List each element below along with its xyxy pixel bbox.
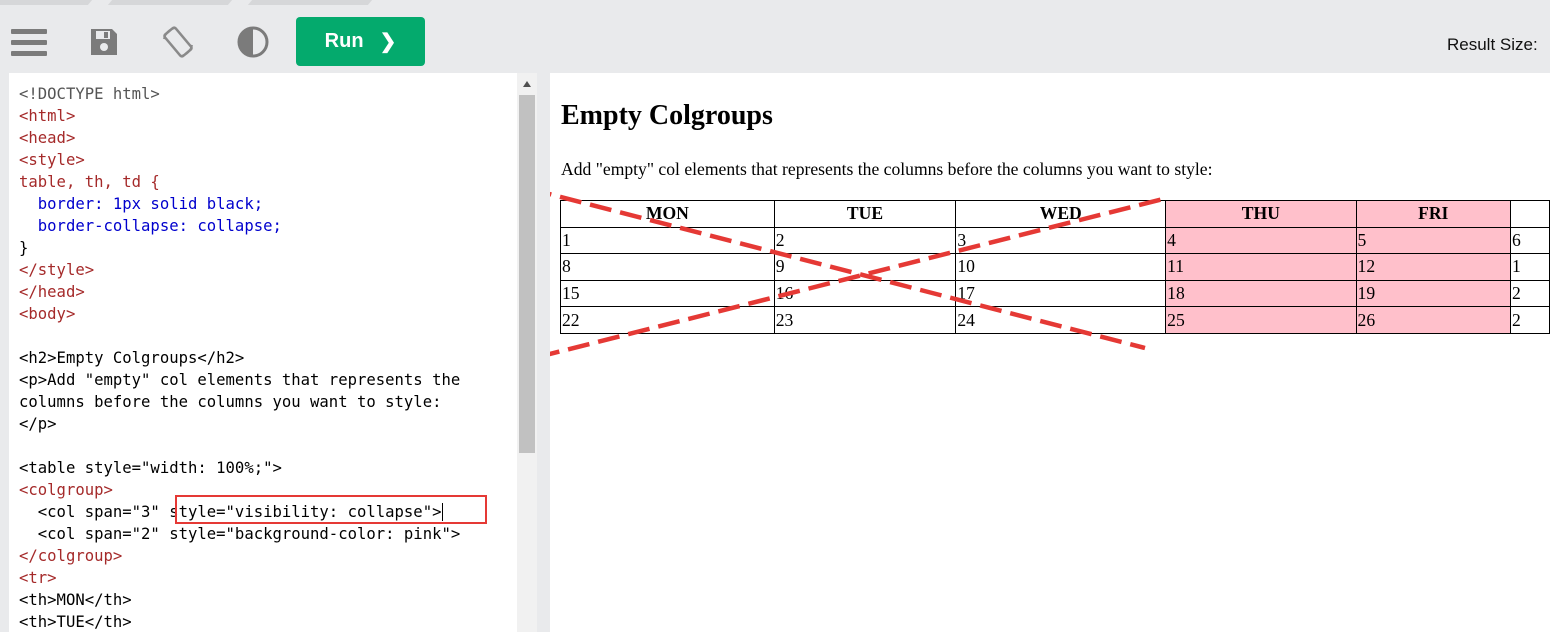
run-button[interactable]: Run ❯ bbox=[296, 17, 425, 66]
result-heading: Empty Colgroups bbox=[561, 100, 773, 131]
table-cell: 25 bbox=[1165, 306, 1357, 334]
contrast-half-circle-icon[interactable] bbox=[233, 24, 273, 60]
code-line: </style> bbox=[19, 261, 95, 279]
code-line: </p> bbox=[19, 415, 57, 433]
tab-hint bbox=[107, 0, 233, 5]
code-line: table, th, td { bbox=[19, 173, 160, 191]
tab-hint bbox=[247, 0, 373, 5]
chevron-right-icon: ❯ bbox=[379, 31, 397, 53]
table-cell: 2 bbox=[773, 226, 957, 255]
code-line: border-collapse: collapse; bbox=[19, 217, 282, 235]
table-cell: 23 bbox=[773, 306, 957, 334]
table-cell: 8 bbox=[560, 253, 775, 281]
result-size-label: Result Size: bbox=[1447, 35, 1538, 54]
tab-hint bbox=[0, 0, 93, 5]
table-cell: 22 bbox=[560, 306, 775, 334]
code-line: <html> bbox=[19, 107, 76, 125]
table-row: 8 9 10 11 12 1 bbox=[560, 253, 1550, 281]
table-cell: 26 bbox=[1355, 306, 1511, 334]
table-cell: 10 bbox=[955, 253, 1167, 281]
highlight-annotation-box bbox=[175, 495, 487, 524]
code-line: <th>TUE</th> bbox=[19, 613, 132, 631]
table-header-row: MON TUE WED THU FRI bbox=[560, 200, 1550, 228]
table-cell: 2 bbox=[1509, 279, 1550, 308]
toolbar: Run ❯ Result Size: bbox=[0, 12, 1550, 72]
code-line: </head> bbox=[19, 283, 85, 301]
scroll-up-arrow-icon[interactable] bbox=[517, 77, 537, 91]
code-line: <head> bbox=[19, 129, 76, 147]
code-line: <table style="width: 100%;"> bbox=[19, 459, 282, 477]
result-paragraph: Add "empty" col elements that represents… bbox=[561, 159, 1213, 179]
table-header-cell: TUE bbox=[773, 200, 957, 228]
table-header-cell: FRI bbox=[1355, 200, 1511, 228]
result-panel: Empty Colgroups Add "empty" col elements… bbox=[550, 73, 1550, 632]
code-line: <p>Add "empty" col elements that represe… bbox=[19, 371, 461, 389]
code-line: <col span="2" style="background-color: p… bbox=[19, 525, 461, 543]
table-header-cell: WED bbox=[955, 200, 1167, 228]
table-cell: 5 bbox=[1355, 226, 1511, 255]
table-row: 22 23 24 25 26 2 bbox=[560, 306, 1550, 334]
table-cell: 9 bbox=[773, 253, 957, 281]
editor-scrollbar[interactable] bbox=[517, 73, 537, 632]
code-line: <tr> bbox=[19, 569, 57, 587]
code-line: <!DOCTYPE html> bbox=[19, 85, 160, 103]
table-cell: 19 bbox=[1355, 279, 1511, 308]
table-header-cell bbox=[1509, 200, 1550, 228]
table-row: 15 16 17 18 19 2 bbox=[560, 279, 1550, 308]
hamburger-menu-icon[interactable] bbox=[9, 24, 49, 60]
table-header-cell: THU bbox=[1165, 200, 1357, 228]
table-cell: 4 bbox=[1165, 226, 1357, 255]
table-header-cell: MON bbox=[560, 200, 775, 228]
table-cell: 3 bbox=[955, 226, 1167, 255]
code-line: } bbox=[19, 239, 29, 257]
panel-resize-divider[interactable] bbox=[537, 73, 550, 632]
code-line: <th>MON</th> bbox=[19, 591, 132, 609]
floppy-disk-icon[interactable] bbox=[84, 24, 124, 60]
table-cell: 16 bbox=[773, 279, 957, 308]
code-line: columns before the columns you want to s… bbox=[19, 393, 442, 411]
table-cell: 17 bbox=[955, 279, 1167, 308]
code-editor[interactable]: <!DOCTYPE html> <html> <head> <style> table,… bbox=[9, 73, 517, 632]
table-cell: 2 bbox=[1509, 306, 1550, 334]
code-content[interactable]: <!DOCTYPE html> <html> <head> <style> table,… bbox=[9, 73, 517, 632]
rotate-device-icon[interactable] bbox=[158, 24, 198, 60]
table-cell: 1 bbox=[560, 226, 775, 255]
table-cell: 1 bbox=[1509, 253, 1550, 281]
table-row: 1 2 3 4 5 6 bbox=[560, 226, 1550, 255]
code-line: border: 1px solid black; bbox=[19, 195, 264, 213]
code-line: <body> bbox=[19, 305, 76, 323]
table-cell: 15 bbox=[560, 279, 775, 308]
scrollbar-thumb[interactable] bbox=[519, 95, 535, 453]
red-cross-annotation bbox=[550, 191, 1168, 357]
table-cell: 18 bbox=[1165, 279, 1357, 308]
top-tab-strip bbox=[0, 0, 1550, 12]
table-cell: 24 bbox=[955, 306, 1167, 334]
code-line: </colgroup> bbox=[19, 547, 123, 565]
table-cell: 6 bbox=[1509, 226, 1550, 255]
table-cell: 11 bbox=[1165, 253, 1357, 281]
run-button-label: Run bbox=[324, 30, 364, 52]
days-table: MON TUE WED THU FRI 1 2 3 4 5 6 8 9 10 1… bbox=[560, 200, 1550, 334]
code-line: <h2>Empty Colgroups</h2> bbox=[19, 349, 245, 367]
table-cell: 12 bbox=[1355, 253, 1511, 281]
code-line: <style> bbox=[19, 151, 85, 169]
